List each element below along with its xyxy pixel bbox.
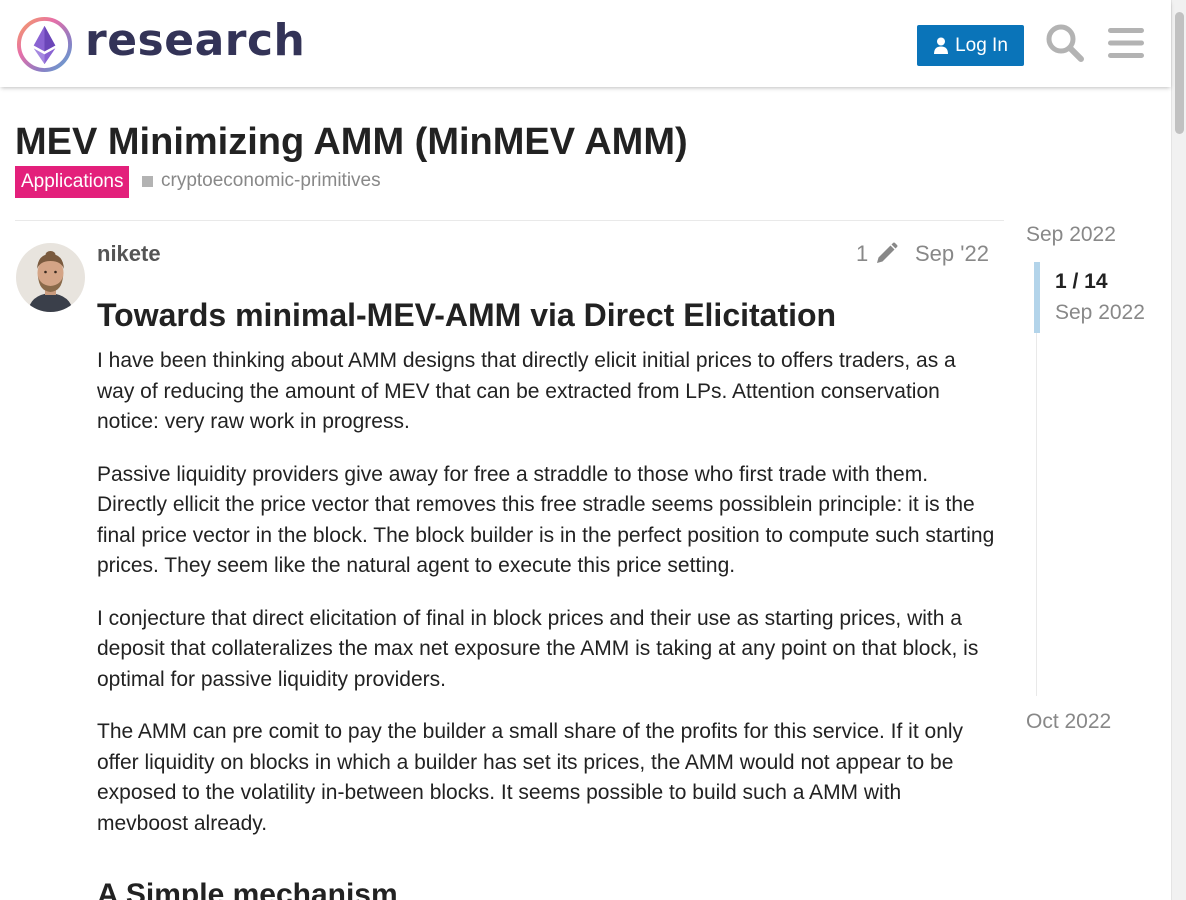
post-date[interactable]: Sep '22	[915, 241, 989, 267]
login-button[interactable]: Log In	[917, 25, 1024, 66]
pencil-icon	[877, 242, 898, 263]
edit-count: 1	[856, 241, 869, 266]
search-icon[interactable]	[1042, 20, 1088, 66]
tag-square-icon	[142, 175, 153, 187]
post-paragraph: I have been thinking about AMM designs t…	[97, 349, 956, 433]
timeline-end-date[interactable]: Oct 2022	[1026, 709, 1111, 735]
site-logo[interactable]: research	[16, 15, 305, 73]
category-badge[interactable]: Applications	[15, 166, 130, 198]
post-heading: Towards minimal-MEV-AMM via Direct Elici…	[97, 297, 837, 333]
topic-tag-label: cryptoeconomic-primitives	[161, 170, 381, 191]
divider	[15, 220, 1004, 221]
site-header: research Log In	[0, 0, 1171, 87]
ethresearch-logo-icon	[16, 16, 73, 72]
page-scrollbar[interactable]	[1171, 0, 1186, 900]
scrollbar-thumb[interactable]	[1175, 12, 1184, 134]
user-icon	[934, 37, 949, 54]
avatar[interactable]	[16, 243, 85, 312]
edit-history[interactable]: 1	[856, 241, 898, 267]
post-paragraph: Passive liquidity providers give away fo…	[97, 462, 995, 578]
timeline-position-date: Sep 2022	[1055, 301, 1145, 324]
timeline-start-date[interactable]: Sep 2022	[1026, 222, 1116, 248]
timeline-handle[interactable]	[1034, 262, 1040, 333]
post-subheading: A Simple mechanism	[97, 878, 398, 900]
timeline-position: 1 / 14	[1055, 270, 1108, 293]
post-body: Towards minimal-MEV-AMM via Direct Elici…	[97, 290, 997, 900]
login-button-label: Log In	[955, 34, 1008, 56]
hamburger-menu-icon[interactable]	[1103, 20, 1149, 66]
post-paragraph: The AMM can pre comit to pay the builder…	[97, 720, 964, 835]
topic-tag[interactable]: cryptoeconomic-primitives	[142, 170, 381, 192]
site-logo-text: research	[85, 15, 306, 66]
post-paragraph: I conjecture that direct elicitation of …	[97, 606, 979, 691]
avatar-image	[16, 243, 85, 312]
topic-title[interactable]: MEV Minimizing AMM (MinMEV AMM)	[15, 120, 688, 164]
post-username[interactable]: nikete	[97, 241, 161, 267]
